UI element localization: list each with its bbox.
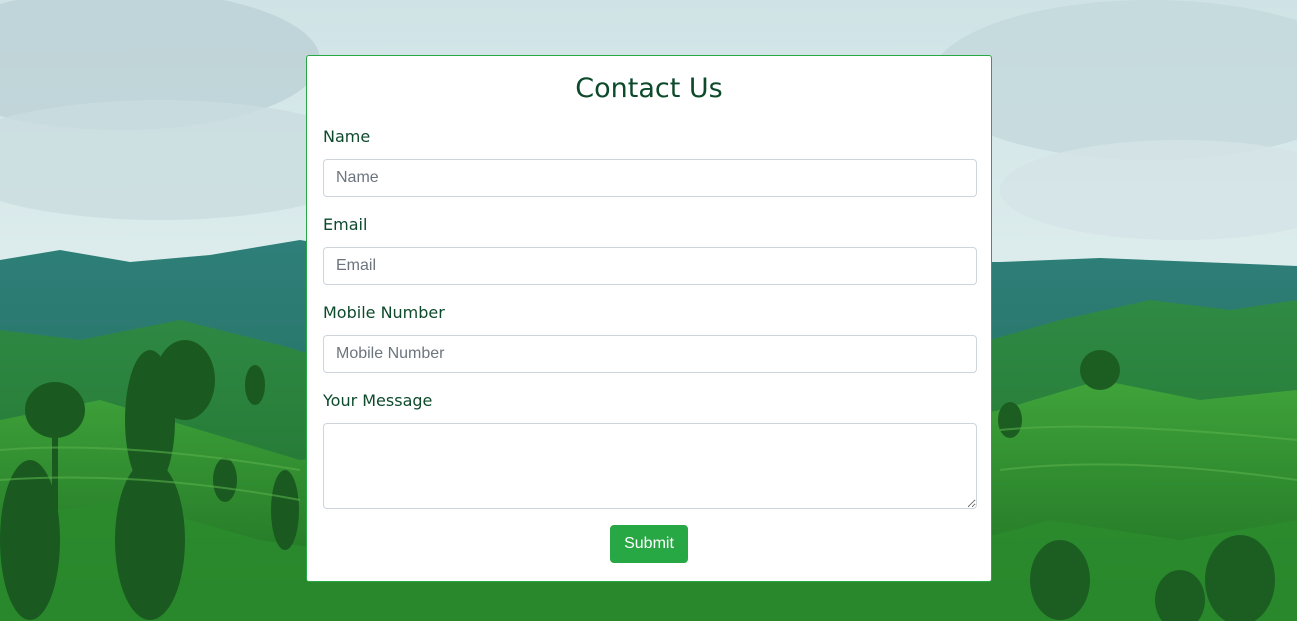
message-label: Your Message (323, 391, 433, 410)
form-title: Contact Us (575, 73, 723, 104)
submit-button[interactable]: Submit (610, 525, 688, 563)
submit-row: Submit (323, 525, 975, 563)
contact-form-card: Contact Us Name Email Mobile Number Your… (306, 55, 992, 582)
email-input[interactable] (323, 247, 977, 285)
name-input[interactable] (323, 159, 977, 197)
mobile-number-input[interactable] (323, 335, 977, 373)
email-label: Email (323, 215, 368, 234)
name-label: Name (323, 127, 371, 146)
message-textarea[interactable] (323, 423, 977, 509)
mobile-number-label: Mobile Number (323, 303, 445, 322)
